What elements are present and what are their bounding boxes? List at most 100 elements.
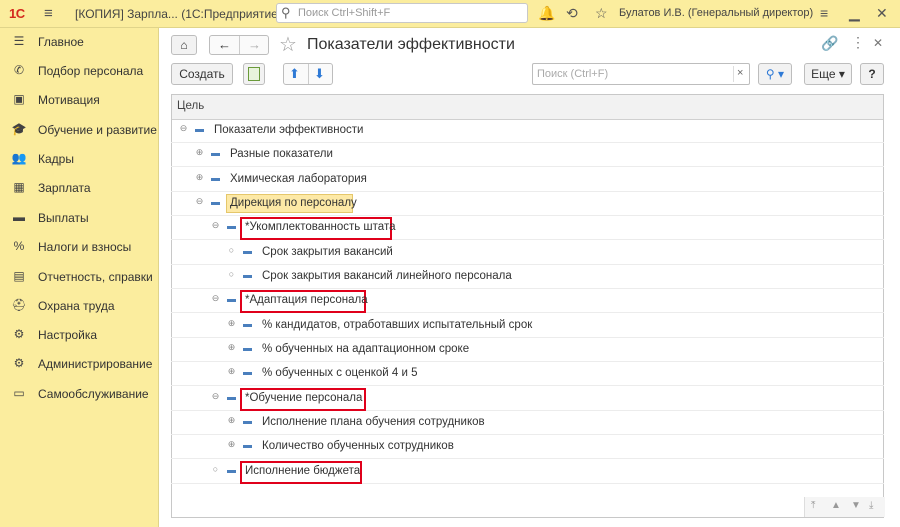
item-marker-icon: [243, 348, 252, 351]
sidebar-item-label: Подбор персонала: [38, 64, 144, 78]
star-icon[interactable]: ☆: [595, 5, 608, 22]
move-up-icon[interactable]: ⬆: [289, 66, 300, 82]
tree-row[interactable]: ⊖ *Адаптация персонала: [171, 289, 884, 313]
main-menu-icon[interactable]: ≡: [44, 5, 53, 22]
tree-row-selected[interactable]: ⊖ Дирекция по персоналу: [171, 192, 884, 216]
tree-row[interactable]: ○ Срок закрытия вакансий: [171, 241, 884, 265]
tree-row[interactable]: ⊕ % кандидатов, отработавших испытательн…: [171, 314, 884, 338]
expand-icon[interactable]: ⊕: [195, 148, 204, 157]
scroll-controls: ⤒ ▲ ▼ ⤓: [804, 497, 885, 517]
scroll-top-icon[interactable]: ⤒: [811, 500, 815, 511]
favorite-star-icon[interactable]: ☆: [279, 32, 297, 57]
expand-icon[interactable]: ⊕: [227, 367, 236, 376]
tree-row[interactable]: ⊖ Показатели эффективности: [171, 119, 884, 143]
more-vertical-icon[interactable]: ⋮: [851, 34, 865, 51]
collapse-icon[interactable]: ⊖: [195, 197, 204, 206]
tree-row[interactable]: ⊖ *Обучение персонала: [171, 387, 884, 411]
sidebar-item-payments[interactable]: ▬ Выплаты: [0, 204, 158, 233]
collapse-icon[interactable]: ⊖: [211, 294, 220, 303]
home-button[interactable]: ⌂: [171, 35, 197, 55]
tree-row[interactable]: ○ Исполнение бюджета: [171, 460, 884, 484]
report-icon: ▤: [13, 269, 25, 283]
tree-row-label: Исполнение бюджета: [245, 465, 361, 477]
history-icon[interactable]: ⟲: [566, 5, 578, 22]
move-down-icon[interactable]: ⬇: [314, 66, 325, 82]
search-options-button[interactable]: ⚲ ▾: [758, 63, 792, 85]
item-marker-icon: [211, 202, 220, 205]
collapse-icon[interactable]: ⊖: [179, 124, 188, 133]
window-title: [КОПИЯ] Зарпла... (1С:Предприятие): [75, 7, 282, 21]
link-icon[interactable]: 🔗: [821, 35, 838, 52]
sidebar-item-administration[interactable]: ⚙ Администрирование: [0, 350, 158, 379]
new-folder-icon: [248, 67, 260, 81]
people-icon: 👥: [11, 151, 27, 165]
tree-row[interactable]: ⊕ Количество обученных сотрудников: [171, 435, 884, 459]
tree-row-label: *Адаптация персонала: [245, 294, 368, 306]
scroll-bottom-icon[interactable]: ⤓: [869, 500, 873, 511]
item-marker-icon: [211, 178, 220, 181]
scroll-down-icon[interactable]: ▼: [851, 500, 861, 511]
sidebar-item-main[interactable]: ☰ Главное: [0, 28, 158, 57]
sidebar-item-motivation[interactable]: ▣ Мотивация: [0, 86, 158, 115]
menu-icon[interactable]: ≡: [820, 5, 828, 21]
sidebar-item-safety[interactable]: ⛑ Охрана труда: [0, 292, 158, 321]
tree-row-label: Дирекция по персоналу: [230, 197, 357, 209]
item-marker-icon: [227, 470, 236, 473]
minimize-icon[interactable]: ▁: [849, 5, 860, 22]
tree-row-label: Исполнение плана обучения сотрудников: [262, 416, 485, 428]
more-button[interactable]: Еще ▾: [804, 63, 852, 85]
divider: [308, 64, 309, 84]
tree-row[interactable]: ⊕ Химическая лаборатория: [171, 168, 884, 192]
tree-row[interactable]: ⊕ % обученных с оценкой 4 и 5: [171, 362, 884, 386]
sidebar-item-training[interactable]: 🎓 Обучение и развитие: [0, 116, 158, 145]
tree-row[interactable]: ⊕ Разные показатели: [171, 143, 884, 167]
app-logo: 1С: [9, 6, 25, 21]
list-search-placeholder: Поиск (Ctrl+F): [537, 68, 609, 80]
scroll-up-icon[interactable]: ▲: [831, 500, 841, 511]
help-button[interactable]: ?: [860, 63, 884, 85]
collapse-icon[interactable]: ⊖: [211, 392, 220, 401]
tree-row[interactable]: ⊕ % обученных на адаптационном сроке: [171, 338, 884, 362]
expand-icon[interactable]: ⊕: [227, 440, 236, 449]
item-marker-icon: [243, 275, 252, 278]
close-icon[interactable]: ✕: [876, 5, 888, 22]
tree-row[interactable]: ⊕ Исполнение плана обучения сотрудников: [171, 411, 884, 435]
bell-icon[interactable]: 🔔: [538, 5, 555, 22]
expand-icon[interactable]: ⊕: [227, 343, 236, 352]
expand-icon[interactable]: ⊕: [227, 319, 236, 328]
tree-row[interactable]: ○ Срок закрытия вакансий линейного персо…: [171, 265, 884, 289]
back-arrow-icon[interactable]: ←: [218, 37, 231, 52]
create-button[interactable]: Создать: [171, 63, 233, 85]
sidebar-item-self-service[interactable]: ▭ Самообслуживание: [0, 380, 158, 409]
current-user[interactable]: Булатов И.В. (Генеральный директор): [619, 7, 813, 19]
sidebar-item-taxes[interactable]: % Налоги и взносы: [0, 233, 158, 262]
tree-row-label: Срок закрытия вакансий: [262, 246, 393, 258]
sidebar-item-settings[interactable]: ⚙ Настройка: [0, 321, 158, 350]
list-search-input[interactable]: Поиск (Ctrl+F) ×: [532, 63, 750, 85]
expand-icon[interactable]: ⊕: [195, 173, 204, 182]
column-header-goal[interactable]: Цель: [177, 100, 204, 112]
create-group-button[interactable]: [243, 63, 265, 85]
leaf-icon: ○: [212, 464, 219, 474]
close-tab-icon[interactable]: ✕: [873, 36, 883, 50]
gift-icon: ▣: [13, 92, 25, 106]
home-menu-icon: ☰: [13, 34, 25, 48]
page-title: Показатели эффективности: [307, 36, 515, 53]
global-search-input[interactable]: ⚲ Поиск Ctrl+Shift+F: [276, 3, 528, 23]
sidebar-item-salary[interactable]: ▦ Зарплата: [0, 174, 158, 203]
forward-arrow-icon[interactable]: →: [248, 37, 261, 52]
sidebar-item-staff[interactable]: 👥 Кадры: [0, 145, 158, 174]
graduation-cap-icon: 🎓: [11, 122, 27, 136]
gears-icon: ⚙: [13, 356, 25, 370]
sidebar-item-label: Зарплата: [38, 181, 91, 195]
clear-search-icon[interactable]: ×: [737, 67, 743, 79]
tree-row[interactable]: ⊖ *Укомплектованность штата: [171, 216, 884, 240]
gear-icon: ⚙: [13, 327, 25, 341]
tree-row-label: Показатели эффективности: [214, 124, 364, 136]
sidebar-item-recruiting[interactable]: ✆ Подбор персонала: [0, 57, 158, 86]
collapse-icon[interactable]: ⊖: [211, 221, 220, 230]
sidebar-item-reports[interactable]: ▤ Отчетность, справки: [0, 263, 158, 292]
expand-icon[interactable]: ⊕: [227, 416, 236, 425]
sidebar-item-label: Охрана труда: [38, 299, 115, 313]
leaf-icon: ○: [228, 269, 235, 279]
